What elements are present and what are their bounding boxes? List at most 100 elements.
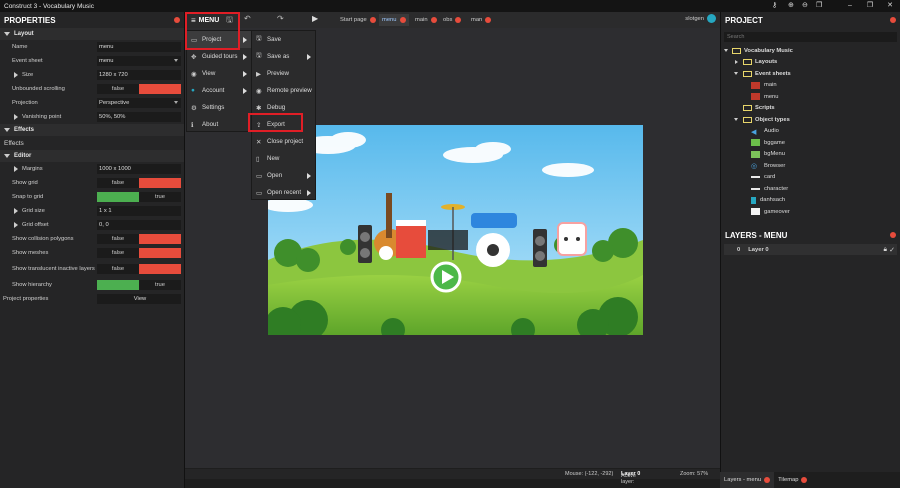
prop-vanishing-field[interactable]: 50%, 50% — [97, 112, 181, 122]
close-dot-icon[interactable] — [890, 17, 896, 23]
play-icon[interactable]: ▶ — [312, 14, 318, 23]
sprite-icon — [751, 176, 760, 179]
prop-snap-toggle[interactable]: true — [97, 192, 181, 202]
close-tab-icon[interactable] — [430, 17, 437, 23]
highlight-export — [248, 113, 303, 132]
redo-icon[interactable]: ↷ — [277, 14, 284, 23]
layer-row[interactable]: 0 Layer 0 🔒︎ ✓ — [724, 244, 897, 255]
prop-grid-offset-field[interactable]: 0, 0 — [97, 220, 181, 230]
menu-item-view[interactable]: ◉ View — [187, 65, 251, 82]
prop-translucent-toggle[interactable]: false — [97, 264, 181, 274]
maximize-icon[interactable]: ❐ — [860, 0, 880, 12]
close-tab-icon[interactable] — [455, 17, 462, 23]
tab-man[interactable]: man — [468, 14, 494, 26]
visible-check-icon[interactable]: ✓ — [889, 246, 895, 254]
close-dot-icon[interactable] — [890, 232, 896, 238]
menu-item-about[interactable]: ℹ About — [187, 116, 251, 133]
prop-snap-label: Snap to grid — [12, 194, 44, 200]
close-tab-icon[interactable] — [485, 17, 492, 23]
tree-object-audio[interactable]: ◀ Audio — [721, 126, 900, 138]
menu-item-new[interactable]: ▯ New — [252, 150, 315, 167]
tree-object-types[interactable]: Object types — [721, 114, 900, 126]
menu-item-settings[interactable]: ⚙ Settings — [187, 99, 251, 116]
tab-obs[interactable]: obs — [440, 14, 464, 26]
prop-event-sheet-select[interactable]: menu — [97, 56, 181, 66]
tree-sheet-main[interactable]: main — [721, 80, 900, 92]
tree-object-bggame[interactable]: bggame — [721, 137, 900, 149]
tab-tilemap[interactable]: Tilemap — [774, 472, 811, 488]
tab-menu[interactable]: menu — [379, 14, 409, 26]
copy-icon[interactable]: ❐ — [816, 0, 822, 12]
prop-show-grid-toggle[interactable]: false — [97, 178, 181, 188]
tab-layers-menu[interactable]: Layers - menu — [720, 472, 775, 488]
menu-item-remote-preview[interactable]: ◉ Remote preview — [252, 82, 315, 99]
close-tab-icon[interactable] — [399, 17, 406, 23]
tree-object-gameover[interactable]: gameover — [721, 206, 900, 218]
status-bar: Mouse: (-122, -292) Active layer: Layer … — [185, 469, 720, 485]
expand-icon[interactable] — [14, 72, 18, 78]
prop-size-field[interactable]: 1280 x 720 — [97, 70, 181, 80]
main-toolbar: ≡ MENU 🖫 ↶ ↷ ▶ Start page menu main obs m… — [185, 12, 720, 28]
menu-item-preview[interactable]: ▶ Preview — [252, 65, 315, 82]
undo-icon[interactable]: ↶ — [244, 14, 251, 23]
expand-icon[interactable] — [14, 222, 18, 228]
close-tab-icon[interactable] — [369, 17, 376, 23]
properties-panel: PROPERTIES Layout Name menu Event sheet me… — [0, 12, 185, 488]
lock-icon[interactable]: 🔒︎ — [884, 246, 887, 254]
menu-item-save-as[interactable]: 🖫 Save as — [252, 48, 315, 65]
project-search-input[interactable]: Search — [724, 32, 897, 42]
avatar — [707, 14, 716, 23]
event-sheet-icon — [751, 93, 760, 101]
tree-object-card[interactable]: card — [721, 172, 900, 184]
tree-scripts[interactable]: Scripts — [721, 103, 900, 115]
close-dot-icon[interactable] — [174, 17, 180, 23]
prop-hierarchy-toggle[interactable]: true — [97, 280, 181, 290]
recent-folder-icon: ▭ — [256, 189, 263, 197]
tab-main[interactable]: main — [412, 14, 440, 26]
menu-item-save[interactable]: 🖫 Save — [252, 31, 315, 48]
menu-item-close-project[interactable]: ✕ Close project — [252, 133, 315, 150]
tree-object-browser[interactable]: ◎ Browser — [721, 160, 900, 172]
mouse-coords: Mouse: (-122, -292) — [565, 471, 614, 477]
tree-object-bgmenu[interactable]: bgMenu — [721, 149, 900, 161]
tree-layouts[interactable]: Layouts — [721, 57, 900, 69]
folder-icon — [743, 70, 752, 77]
prop-meshes-toggle[interactable]: false — [97, 248, 181, 258]
key-icon[interactable]: ⚷ — [772, 0, 777, 12]
section-editor[interactable]: Editor — [0, 150, 184, 162]
prop-name-field[interactable]: menu — [97, 42, 181, 52]
prop-collision-toggle[interactable]: false — [97, 234, 181, 244]
zoom-in-icon[interactable]: ⊕ — [788, 0, 794, 12]
close-icon[interactable]: ✕ — [880, 0, 900, 12]
menu-item-guided-tours[interactable]: ✥ Guided tours — [187, 48, 251, 65]
prop-translucent-label: Show translucent inactive layers — [12, 265, 95, 272]
menu-item-open-recent[interactable]: ▭ Open recent — [252, 184, 315, 201]
project-props-view-button[interactable]: View — [97, 294, 181, 304]
close-tab-icon[interactable] — [801, 477, 808, 483]
tree-sheet-menu[interactable]: menu — [721, 91, 900, 103]
minimize-icon[interactable]: – — [840, 0, 860, 12]
prop-projection-select[interactable]: Perspective — [97, 98, 181, 108]
expand-icon[interactable] — [14, 208, 18, 214]
submenu-arrow-icon — [243, 87, 247, 94]
tree-object-danhsach[interactable]: danhsach — [721, 195, 900, 207]
menu-item-account[interactable]: ● Account — [187, 82, 251, 99]
expand-icon[interactable] — [14, 166, 18, 172]
tab-start-page[interactable]: Start page — [337, 14, 379, 26]
prop-margins-field[interactable]: 1000 x 1000 — [97, 164, 181, 174]
tree-object-character[interactable]: character — [721, 183, 900, 195]
close-tab-icon[interactable] — [764, 477, 771, 483]
zoom-out-icon[interactable]: ⊖ — [802, 0, 808, 12]
section-effects[interactable]: Effects — [0, 124, 184, 136]
tree-event-sheets[interactable]: Event sheets — [721, 68, 900, 80]
prop-projection-label: Projection — [12, 100, 38, 106]
prop-unbounded-toggle[interactable]: false — [97, 84, 181, 94]
effects-button[interactable]: Effects — [4, 140, 181, 147]
tree-root[interactable]: Vocabulary Music — [721, 45, 900, 57]
play-icon: ▶ — [256, 70, 261, 78]
prop-grid-size-field[interactable]: 1 x 1 — [97, 206, 181, 216]
expand-icon[interactable] — [14, 114, 18, 120]
menu-item-open[interactable]: ▭ Open — [252, 167, 315, 184]
user-account[interactable]: slotgen — [685, 14, 716, 23]
section-layout[interactable]: Layout — [0, 28, 184, 40]
